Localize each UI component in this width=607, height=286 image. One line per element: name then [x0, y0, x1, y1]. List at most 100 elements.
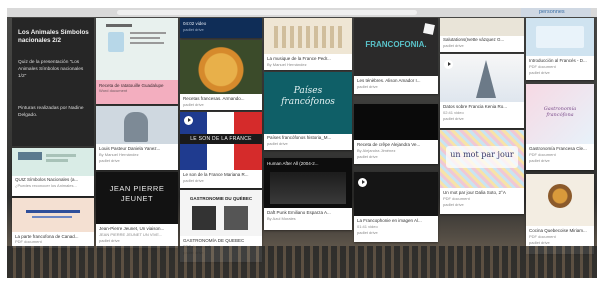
musique-thumbnail: [264, 18, 352, 54]
card-meta: 02:41 video: [443, 110, 464, 115]
intro-francais-thumbnail: [526, 18, 594, 56]
paises-thumb-text: Países francófonos: [281, 86, 335, 107]
card-meta: padlet drive: [183, 178, 204, 183]
card-meta: PDF document: [15, 239, 42, 244]
card-title: Datos sobre Francia Kenia Ro...: [443, 104, 508, 109]
francophonie-thumbnail: [354, 172, 438, 216]
card-title: Les ténèbres. Alison Amador I...: [357, 78, 421, 83]
tab-title: personnes: [539, 9, 565, 15]
card-meta: padlet drive: [183, 102, 204, 107]
card-son-france[interactable]: LE SON DE LA FRANCE Le son de la France …: [180, 112, 262, 188]
crepe-thumbnail: [354, 104, 438, 140]
browser-tab[interactable]: personnes: [521, 8, 591, 17]
card-musique[interactable]: La musique de la France Pedr... By Manue…: [264, 18, 352, 70]
card-title: La musique de la France Pedr...: [267, 56, 331, 61]
card-source: padlet drive: [357, 230, 378, 235]
flag-thumbnail: LE SON DE LA FRANCE: [180, 112, 262, 170]
card-gastronomia-francofona[interactable]: Gastronomía francófona Gastronomía Franc…: [526, 84, 594, 170]
card-source: padlet drive: [99, 158, 120, 163]
card-human-after-all[interactable]: Human After All (2004-2... Daft Punk Emi…: [264, 158, 352, 230]
card-meta: JEAN PIERRE JEUNET UN VIVE...: [99, 232, 163, 237]
card-meta: PDF document: [529, 152, 556, 157]
paella-thumbnail: [180, 40, 262, 94]
card-title: Receta de crêpe Alejandra Ve...: [357, 142, 421, 147]
card-recetas-francesas[interactable]: Recetas francesas. Armando... padlet dri…: [180, 40, 262, 110]
card-meta: Word document: [99, 88, 128, 93]
card-title: GASTRONOMÍA DE QUEBEC: [183, 238, 245, 243]
un-mot-thumb-text: un mot par jour: [450, 150, 514, 159]
recipe-thumbnail: [96, 18, 178, 80]
card-meta: padlet drive: [443, 43, 464, 48]
card-meta: By Azul Morales: [267, 216, 296, 221]
intro-line-1: Quiz de la presentación "Los Animales Sí…: [18, 60, 84, 79]
jeunet-thumbnail: JEAN PIERRE JEUNET: [96, 172, 178, 224]
card-pasteur[interactable]: Louis Pasteur Daniela Yanez... By Manuel…: [96, 106, 178, 170]
card-paises[interactable]: Países francófonos Países francófonos hi…: [264, 72, 352, 150]
card-source: padlet drive: [99, 238, 120, 243]
salutations-thumbnail: [440, 18, 524, 36]
card-meta: PDF document: [529, 64, 556, 69]
intro-text-card[interactable]: Los Animales Símbolos nacionales 2/2 Qui…: [12, 18, 94, 146]
jeunet-logo-line2: JEUNET: [120, 194, 154, 203]
card-jeunet[interactable]: JEAN PIERRE JEUNET Jean-Pierre Jeunet, U…: [96, 172, 178, 248]
card-salutations[interactable]: Salutations(Ivette vázquez G... padlet d…: [440, 18, 524, 52]
intro-line-2: Pinturas realizadas por Nadine Delgado.: [18, 106, 84, 118]
card-un-mot[interactable]: un mot par jour Un mot par jour Dalia So…: [440, 130, 524, 214]
card-datos[interactable]: Datos sobre Francia Kenia Ro... 02:41 vi…: [440, 54, 524, 128]
intro-title: Los Animales Símbolos nacionales 2/2: [18, 29, 89, 44]
card-meta: PDF document: [529, 234, 556, 239]
browser-bar: personnes: [7, 8, 597, 17]
card-title: Daft Punk Emiliano Esparza A...: [267, 210, 331, 215]
francofonia-thumb-text: FRANCOFONIA.: [365, 40, 427, 49]
card-title: Recetas francesas. Armando...: [183, 96, 245, 101]
card-cocina-quebecoise[interactable]: Cocina Quebecoise Miriam... PDF document…: [526, 174, 594, 254]
francofonia-thumbnail: FRANCOFONIA.: [354, 18, 438, 76]
card-title: Un mot par jour Dalia Soto, 2°A: [443, 190, 506, 195]
card-source: padlet drive: [529, 158, 550, 163]
gastronomia-thumb-text: Gastronomía francófona: [543, 106, 577, 118]
card-meta: padlet drive: [183, 27, 204, 32]
pink-panel: Receta de ratatouille Guadalupe Word doc…: [96, 80, 178, 104]
card-title: La Francophonie en imagen Al...: [357, 218, 422, 223]
card-title: Gastronomía Francesa Cle...: [529, 146, 587, 151]
padlet-board: personnes Los Animales Símbolos nacional…: [7, 8, 597, 278]
card-meta: ¿Puedes reconocer los Animales...: [15, 183, 77, 188]
card-title: QUIZ Símbolos Nacionales (a...: [15, 177, 79, 182]
address-bar[interactable]: [117, 10, 417, 15]
canada-thumbnail: [12, 198, 94, 232]
card-meta: 01:41 video: [357, 224, 378, 229]
play-icon[interactable]: [358, 178, 367, 187]
card-title: Le son de la France Mariana R...: [183, 172, 249, 177]
card-source: padlet drive: [443, 116, 464, 121]
daftpunk-thumbnail: Human After All (2004-2...: [264, 158, 352, 208]
eiffel-thumbnail: [440, 54, 524, 102]
card-intro-francais[interactable]: Introducción al Francés - D... PDF docum…: [526, 18, 594, 80]
card-title: Salutations(Ivette vázquez G...: [443, 37, 505, 42]
card-title: Países francófonos historia_M...: [267, 135, 332, 140]
card-source: padlet drive: [529, 240, 550, 245]
card-meta: By Manuel Hernández: [99, 152, 139, 157]
card-video-0402[interactable]: 04:02 video padlet drive: [180, 18, 262, 38]
card-quiz-simbolos[interactable]: QUIZ Símbolos Nacionales (a... ¿Puedes r…: [12, 148, 94, 196]
jeunet-logo-line1: JEAN PIERRE: [109, 184, 165, 193]
card-francofonia[interactable]: FRANCOFONIA. Les ténèbres. Alison Amador…: [354, 18, 438, 94]
video-title: Human After All (2004-2...: [267, 161, 319, 166]
play-icon[interactable]: [444, 60, 453, 69]
card-francophonie-images[interactable]: La Francophonie en imagen Al... 01:41 vi…: [354, 172, 438, 242]
play-icon[interactable]: [184, 116, 193, 125]
quebec-thumb-title: GASTRONOMIE DU QUÉBEC: [189, 196, 253, 201]
card-title: Introducción al Francés - D...: [529, 58, 587, 63]
quebec-thumbnail: GASTRONOMIE DU QUÉBEC: [180, 190, 262, 236]
cocina-thumbnail: [526, 174, 594, 226]
card-receta-ratatouille[interactable]: Receta de ratatouille Guadalupe Word doc…: [96, 18, 178, 104]
card-parte-francofona[interactable]: La parte francofona de Canad... PDF docu…: [12, 198, 94, 248]
card-meta: padlet drive: [357, 84, 378, 89]
pasteur-thumbnail: [96, 106, 178, 144]
card-title: Cocina Quebecoise Miriam...: [529, 228, 587, 233]
card-crepe[interactable]: Receta de crêpe Alejandra Ve... By Aleja…: [354, 104, 438, 164]
quiz-thumbnail: [12, 148, 94, 176]
card-title: 04:02 video: [183, 21, 207, 26]
card-title: Louis Pasteur Daniela Yanez...: [99, 146, 161, 151]
background-floor: [7, 246, 597, 278]
card-meta: By Alejandra Jiménez: [357, 148, 396, 153]
